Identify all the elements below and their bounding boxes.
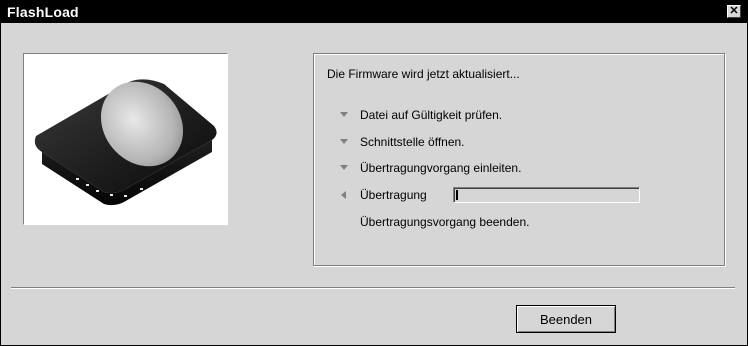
transfer-progress-bar bbox=[453, 187, 640, 203]
router-illustration bbox=[34, 79, 217, 206]
triangle-down-icon bbox=[340, 139, 348, 144]
triangle-left-icon bbox=[341, 191, 346, 199]
step-finish: Übertragungsvorgang beenden. bbox=[360, 215, 530, 229]
divider bbox=[11, 287, 735, 289]
step-transfer: Übertragung bbox=[360, 188, 427, 202]
flashload-window: FlashLoad ✕ Die Firmware wird jetzt aktu… bbox=[0, 0, 748, 346]
close-icon[interactable]: ✕ bbox=[727, 5, 741, 18]
triangle-down-icon bbox=[340, 165, 348, 170]
finish-button[interactable]: Beenden bbox=[516, 305, 616, 333]
transfer-progress-fill bbox=[456, 190, 458, 200]
device-image bbox=[23, 53, 228, 225]
triangle-down-icon bbox=[340, 112, 348, 117]
step-initiate: Übertragungvorgang einleiten. bbox=[360, 161, 522, 175]
status-intro: Die Firmware wird jetzt aktualisiert... bbox=[327, 67, 520, 81]
step-validate: Datei auf Gültigkeit prüfen. bbox=[360, 108, 503, 122]
window-title: FlashLoad bbox=[7, 4, 79, 20]
step-open-interface: Schnittstelle öffnen. bbox=[360, 135, 465, 149]
title-bar[interactable]: FlashLoad ✕ bbox=[1, 1, 747, 23]
progress-group: Die Firmware wird jetzt aktualisiert... … bbox=[313, 53, 725, 266]
